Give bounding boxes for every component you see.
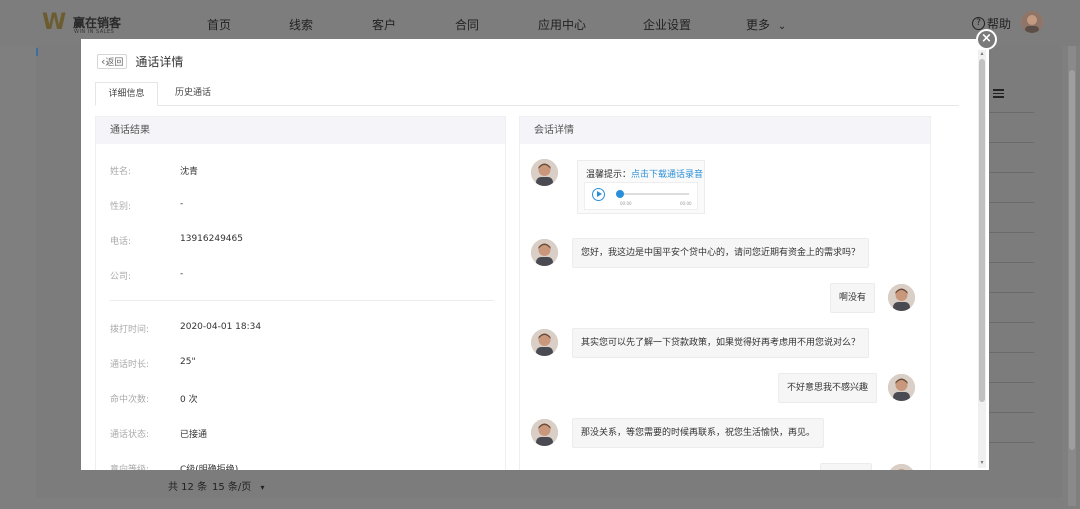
field-label: 姓名: [110,167,132,177]
back-button-label: 返回 [105,57,124,68]
field-value: 0 次 [180,395,198,405]
call-detail-modal: ‹返回 通话详情 详细信息 历史通话 通话结果 姓名: 沈青 性别: - 电话:… [81,39,989,470]
chat-message-customer: 啊没有 [830,283,876,313]
field-label: 意向等级: [110,465,150,470]
field-value: 2020-04-01 18:34 [180,322,262,332]
chat-message-agent: 其实您可以先了解一下贷款政策，如果觉得好再考虑用不用您说对么？ [572,328,870,358]
customer-avatar-image [888,464,915,470]
table-row-divider [988,232,1034,233]
table-row-divider [988,412,1034,413]
agent-avatar-image [531,329,558,356]
agent-avatar-image [531,159,558,186]
table-row-divider [988,322,1034,323]
conversation-panel: 会话详情 温馨提示：点击下载通话录音 00:00 00:00 您好，我这边是中国… [519,116,931,470]
agent-avatar-image [531,239,558,266]
agent-avatar [531,159,558,186]
field-value: - [180,199,184,209]
page-size-label: 15 条/页 [212,482,252,493]
table-row-divider [988,382,1034,383]
table-row-divider [988,172,1034,173]
chat-message-customer: 不好意思我不感兴趣 [778,373,878,403]
dropdown-arrow-icon: ▾ [260,483,265,492]
customer-avatar-image [888,284,915,311]
nav-item-contracts[interactable]: 合同 [455,16,479,33]
pagination-total: 共 12 条 [168,482,208,493]
field-label: 公司: [110,272,132,282]
user-avatar-image [1021,11,1043,33]
recording-tip: 温馨提示：点击下载通话录音 [586,167,703,180]
table-row-divider [988,112,1034,113]
customer-avatar-image [888,374,915,401]
audio-current-time: 00:00 [620,201,632,206]
help-icon: ? [972,17,985,30]
field-value: 13916249465 [180,234,243,244]
field-value: 25" [180,357,196,367]
table-row-divider [988,142,1034,143]
call-result-panel: 通话结果 姓名: 沈青 性别: - 电话: 13916249465 公司: - … [95,116,506,470]
modal-scrollbar-thumb[interactable] [979,59,985,402]
audio-progress-handle[interactable] [616,190,624,198]
modal-header: ‹返回 通话详情 [97,53,183,69]
field-value: C级(明确拒绝) [180,465,239,470]
tip-prefix: 温馨提示： [586,170,632,180]
agent-avatar-image [531,419,558,446]
field-value: 已接通 [180,430,208,440]
field-label: 命中次数: [110,395,150,405]
customer-avatar [888,284,915,311]
nav-item-home[interactable]: 首页 [207,16,231,33]
nav-item-more[interactable]: 更多 ⌄ [746,16,786,33]
nav-item-leads[interactable]: 线索 [289,16,313,33]
page-scrollbar-thumb[interactable] [1069,70,1075,450]
audio-player: 00:00 00:00 [584,182,698,210]
nav-item-enterprise-settings[interactable]: 企业设置 [643,16,691,33]
agent-avatar [531,419,558,446]
audio-progress-track[interactable] [619,193,689,195]
chevron-down-icon: ⌄ [777,21,787,32]
modal-title: 通话详情 [135,54,184,69]
app-logo[interactable]: W 赢在销客 WIN IN SALES [42,12,132,36]
tab-call-history[interactable]: 历史通话 [168,82,218,106]
recording-tip-card: 温馨提示：点击下载通话录音 00:00 00:00 [577,160,705,214]
agent-avatar [531,329,558,356]
field-label: 拨打时间: [110,325,150,335]
conversation-panel-title: 会话详情 [520,117,930,144]
close-icon[interactable]: × [976,29,997,50]
field-value: - [180,269,184,279]
table-row-divider [988,202,1034,203]
customer-avatar [888,374,915,401]
nav-more-label: 更多 [746,18,771,32]
audio-total-time: 00:00 [680,201,692,206]
download-recording-link[interactable]: 点击下载通话录音 [631,170,703,180]
scroll-up-arrow-icon[interactable]: ▴ [979,51,985,57]
table-row-divider [988,262,1034,263]
pagination-page-size[interactable]: 15 条/页 ▾ [212,478,264,493]
background-marker [36,48,38,56]
field-label: 电话: [110,237,132,247]
user-avatar[interactable] [1021,11,1043,33]
field-label: 通话状态: [110,430,150,440]
table-row-divider [988,352,1034,353]
table-row-divider [988,442,1034,443]
call-result-panel-title: 通话结果 [96,117,505,144]
tab-details[interactable]: 详细信息 [95,82,158,106]
play-icon[interactable] [592,188,605,201]
field-label: 通话时长: [110,360,150,370]
scroll-down-arrow-icon[interactable]: ▾ [979,460,985,466]
tab-bar: 详细信息 历史通话 [95,82,959,106]
chat-message-agent: 您好，我这边是中国平安个贷中心的，请问您近期有资金上的需求吗？ [572,238,870,268]
field-label: 性别: [110,202,132,212]
agent-avatar [531,239,558,266]
logo-mark: W [42,10,66,35]
chat-message-agent: 那没关系，等您需要的时候再联系，祝您生活愉快，再见。 [572,418,825,448]
nav-item-app-center[interactable]: 应用中心 [538,16,586,33]
section-divider [110,300,494,301]
chat-message-customer-partial [820,463,872,470]
customer-avatar [888,464,915,470]
back-button[interactable]: ‹返回 [97,53,128,69]
field-value: 沈青 [180,167,199,177]
nav-item-customers[interactable]: 客户 [372,16,396,33]
background-table-edge [988,82,1034,462]
logo-text-en: WIN IN SALES [74,29,115,35]
table-row-divider [988,292,1034,293]
